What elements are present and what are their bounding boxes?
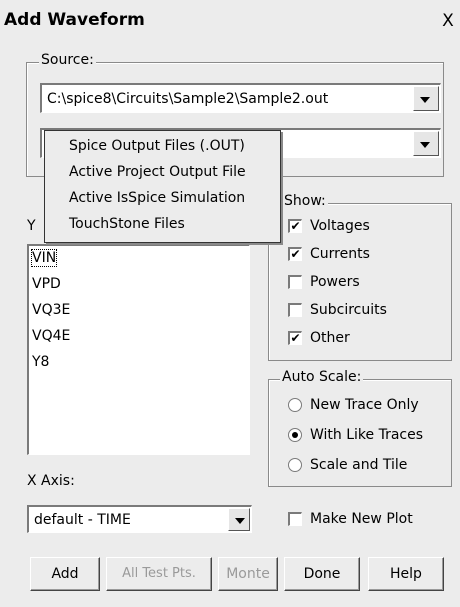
radio-with-like-traces[interactable] — [288, 428, 302, 442]
chevron-down-icon[interactable] — [413, 131, 439, 156]
list-item[interactable]: VQ4E — [32, 328, 70, 344]
checkbox-powers[interactable] — [288, 275, 302, 289]
list-item[interactable]: VIN — [30, 249, 58, 267]
checkbox-make-new-plot[interactable] — [288, 512, 302, 526]
chevron-down-icon[interactable] — [413, 86, 439, 111]
currents-label: Currents — [310, 246, 370, 262]
checkbox-currents[interactable]: ✔ — [288, 247, 302, 261]
radio-scale-and-tile[interactable] — [288, 458, 302, 472]
list-item[interactable]: VPD — [32, 276, 61, 292]
source-path-dropdown[interactable]: C:\spice8\Circuits\Sample2\Sample2.out — [40, 83, 441, 113]
menu-item-spice-output[interactable]: Spice Output Files (.OUT) — [69, 138, 245, 154]
title-bar: Add Waveform X — [0, 0, 460, 38]
new-trace-only-label: New Trace Only — [310, 397, 419, 413]
source-path-value: C:\spice8\Circuits\Sample2\Sample2.out — [47, 90, 329, 107]
monte-button[interactable]: Monte — [218, 557, 278, 591]
done-button[interactable]: Done — [284, 557, 360, 591]
show-label: Show: — [282, 193, 328, 209]
window-title: Add Waveform — [4, 10, 145, 30]
make-new-plot-label: Make New Plot — [310, 511, 413, 527]
y-axis-listbox[interactable]: VIN VPD VQ3E VQ4E Y8 — [27, 244, 250, 455]
close-button[interactable]: X — [437, 11, 459, 31]
x-axis-dropdown[interactable]: default - TIME — [27, 505, 252, 533]
other-label: Other — [310, 330, 350, 346]
list-item[interactable]: VQ3E — [32, 302, 70, 318]
radio-new-trace-only[interactable] — [288, 398, 302, 412]
chevron-down-icon[interactable] — [228, 508, 250, 531]
x-axis-value: default - TIME — [34, 511, 131, 528]
menu-item-active-project[interactable]: Active Project Output File — [69, 164, 246, 180]
add-button[interactable]: Add — [30, 557, 100, 591]
menu-item-touchstone[interactable]: TouchStone Files — [69, 216, 185, 232]
subcircuits-label: Subcircuits — [310, 302, 387, 318]
auto-scale-label: Auto Scale: — [280, 369, 364, 385]
checkbox-voltages[interactable]: ✔ — [288, 219, 302, 233]
menu-item-active-isspice[interactable]: Active IsSpice Simulation — [69, 190, 245, 206]
list-item[interactable]: Y8 — [32, 354, 49, 370]
scale-and-tile-label: Scale and Tile — [310, 457, 408, 473]
with-like-traces-label: With Like Traces — [310, 427, 424, 443]
checkbox-other[interactable]: ✔ — [288, 331, 302, 345]
all-test-pts-button[interactable]: All Test Pts. — [106, 557, 212, 591]
source-type-menu: Spice Output Files (.OUT) Active Project… — [44, 130, 281, 243]
checkbox-subcircuits[interactable] — [288, 303, 302, 317]
source-label: Source: — [39, 52, 96, 68]
voltages-label: Voltages — [310, 218, 370, 234]
powers-label: Powers — [310, 274, 360, 290]
y-axis-label: Y — [27, 218, 36, 234]
x-axis-label: X Axis: — [27, 473, 75, 489]
help-button[interactable]: Help — [368, 557, 444, 591]
